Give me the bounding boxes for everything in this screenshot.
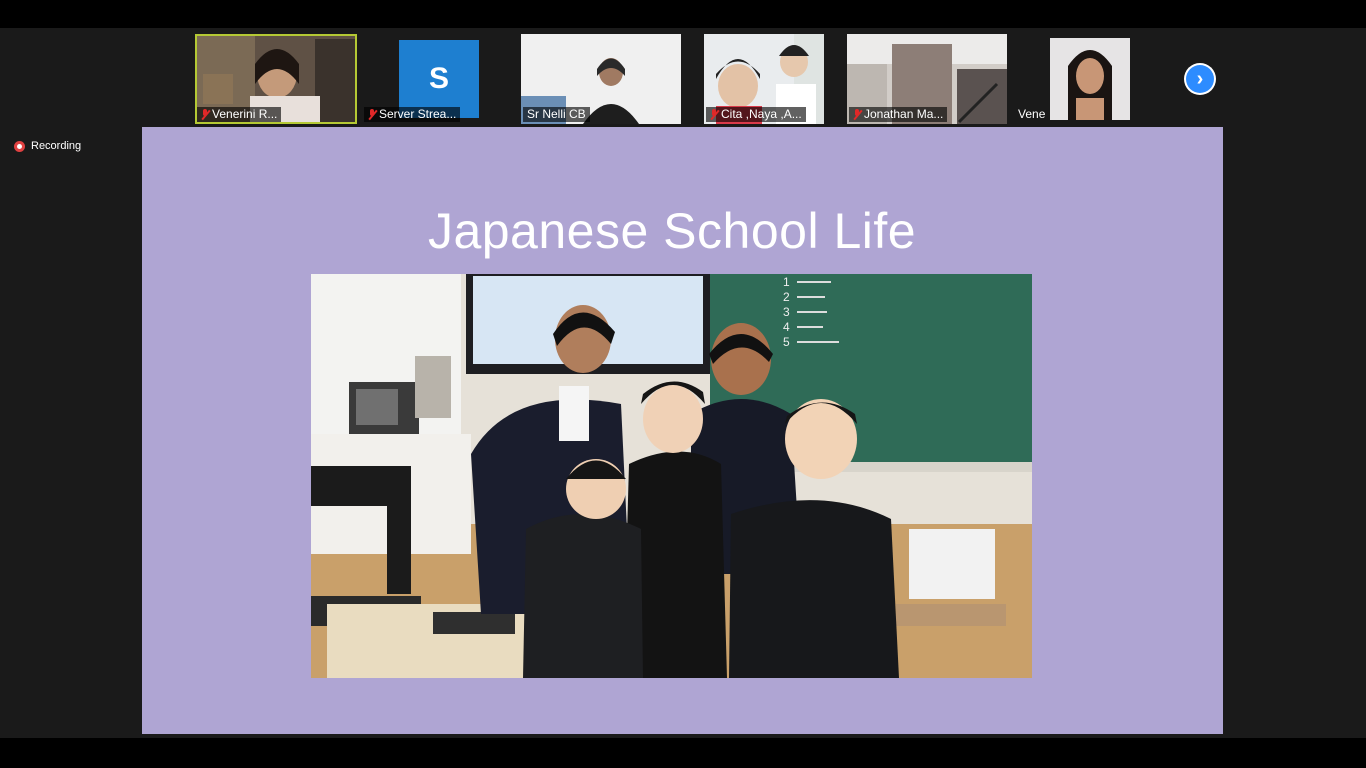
top-black-bar [0, 0, 1366, 28]
recording-label: Recording [31, 140, 82, 152]
participant-tile-sr-nelli[interactable]: Sr Nelli CB [521, 34, 681, 124]
participant-name: Venerini R... [197, 107, 282, 122]
mic-muted-icon [853, 109, 861, 120]
participant-name: Cita ,Naya ,A... [706, 107, 806, 122]
chevron-right-icon: › [1186, 65, 1214, 93]
avatar: S [399, 40, 479, 118]
blackboard-number: 1 [783, 275, 790, 289]
participant-tile-venerini[interactable]: Venerini R... [195, 34, 357, 124]
bottom-black-bar [0, 738, 1366, 768]
record-icon [14, 140, 25, 152]
participant-video [1050, 38, 1130, 120]
participant-tile-jonathan[interactable]: Jonathan Ma... [847, 34, 1007, 124]
recording-indicator[interactable]: Recording [14, 140, 81, 152]
blackboard-number: 4 [783, 320, 790, 334]
participant-tile-vene[interactable]: Vene [1012, 34, 1172, 124]
shared-slide: Japanese School Life 1 2 3 4 5 [142, 127, 1223, 734]
slide-title: Japanese School Life [427, 203, 917, 259]
photo-illustration: 1 2 3 4 5 [311, 274, 1032, 678]
mic-muted-icon [710, 109, 718, 120]
participant-name: Sr Nelli CB [523, 107, 590, 122]
classroom-photo: 1 2 3 4 5 [311, 274, 1032, 678]
participant-tile-cita-naya[interactable]: Cita ,Naya ,A... [704, 34, 824, 124]
blackboard-number: 5 [783, 335, 790, 349]
next-participants-button[interactable]: › [1184, 63, 1216, 95]
participant-name: Jonathan Ma... [849, 107, 948, 122]
participant-name: Vene [1018, 107, 1046, 121]
mic-muted-icon [201, 109, 209, 120]
blackboard-number: 2 [783, 290, 790, 304]
blackboard-number: 3 [783, 305, 790, 319]
